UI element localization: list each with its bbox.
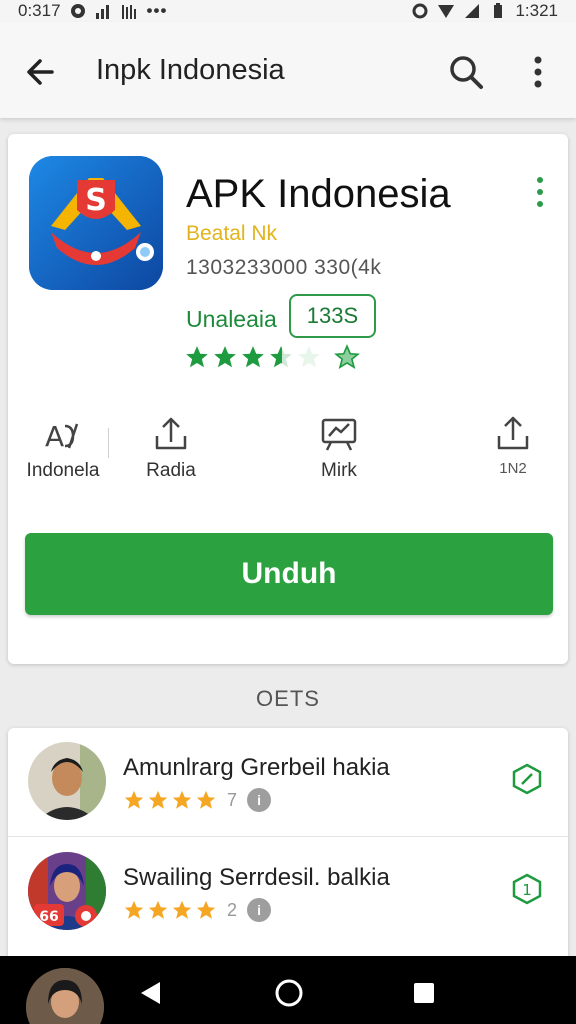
info-row: A Indonela Radia Mirk 1N2 (8, 414, 568, 494)
battery-icon (494, 3, 503, 18)
star-half-icon (270, 346, 292, 368)
back-triangle-icon[interactable] (138, 980, 164, 1006)
info-icon[interactable]: i (247, 788, 272, 812)
category-label[interactable]: Unaleaia (186, 306, 277, 333)
star-filled-icon (214, 346, 236, 368)
info-icon[interactable]: i (247, 898, 272, 922)
install-button[interactable]: Unduh (25, 533, 553, 615)
list-item[interactable]: Amunlrarg Grerbeil hakia 7 i (8, 728, 568, 838)
status-time-right: 1:321 (515, 1, 558, 20)
status-bar: 0:317 ••• 1:321 (0, 0, 576, 22)
more-vert-icon[interactable] (526, 52, 550, 92)
info-item-mirk[interactable]: Mirk (284, 414, 394, 482)
review-stars: 7 i (123, 788, 272, 812)
star-filled-icon (124, 790, 144, 809)
review-count: 2 (227, 899, 238, 920)
info-label: Indonela (26, 460, 100, 481)
star-filled-icon (172, 790, 192, 809)
developer-name[interactable]: Beatal Nk (186, 222, 277, 246)
app-logo-icon: S (29, 156, 163, 290)
review-author: Amunlrarg Grerbeil hakia (123, 754, 390, 781)
review-author: Swailing Serrdesil. balkia (123, 864, 390, 891)
overflow-dots-icon: ••• (146, 1, 168, 20)
info-label: 1N2 (499, 460, 527, 477)
cell-signal-icon (465, 4, 480, 18)
star-filled-icon (148, 790, 168, 809)
svg-text:S: S (85, 183, 107, 218)
info-label: Mirk (321, 460, 357, 481)
star-outline-icon (334, 344, 360, 370)
star-filled-icon (172, 900, 192, 919)
list-item[interactable]: 66 Swailing Serrdesil. balkia 2 i 1 (8, 838, 568, 948)
signal-icon (95, 5, 109, 19)
review-stars: 2 i (123, 898, 272, 922)
reviews-card: Amunlrarg Grerbeil hakia 7 i 66 Swailing… (8, 728, 568, 968)
translate-icon: A (45, 420, 79, 453)
divider (108, 428, 109, 458)
app-bar-title: Inpk Indonesia (96, 54, 285, 86)
download-count: 1303233000 330(4k (186, 256, 382, 279)
info-item-share[interactable]: 1N2 (458, 414, 568, 477)
arrow-left-icon[interactable] (22, 52, 62, 92)
star-filled-icon (196, 790, 216, 809)
section-title: OETS (256, 686, 320, 711)
divider (8, 836, 568, 837)
status-right: 1:321 (411, 1, 558, 21)
app-bar: Inpk Indonesia (0, 22, 576, 118)
share-icon (497, 416, 529, 450)
status-left: 0:317 ••• (18, 1, 167, 21)
svg-text:66: 66 (39, 909, 58, 925)
bars-icon (121, 5, 136, 19)
home-circle-icon[interactable] (274, 978, 304, 1008)
star-rating (184, 344, 360, 372)
star-filled-icon (242, 346, 264, 368)
search-icon[interactable] (446, 52, 486, 92)
notification-icon (70, 4, 85, 18)
star-filled-icon (124, 900, 144, 919)
sync-icon (412, 3, 428, 19)
svg-text:1: 1 (522, 881, 532, 899)
info-label: Radia (146, 460, 196, 481)
more-vert-icon[interactable] (530, 172, 550, 212)
avatar (28, 742, 106, 820)
edit-badge-icon[interactable] (510, 762, 544, 796)
svg-text:A: A (45, 420, 64, 453)
star-empty-icon (298, 346, 320, 368)
info-item-language[interactable]: A Indonela (8, 414, 118, 482)
avatar[interactable] (26, 968, 104, 1024)
rating-badge: 133S (289, 294, 376, 338)
app-name: APK Indonesia (186, 172, 451, 216)
number-badge-icon[interactable]: 1 (510, 872, 544, 906)
star-filled-icon (148, 900, 168, 919)
chart-board-icon (321, 418, 357, 451)
recent-square-icon[interactable] (412, 981, 436, 1005)
star-filled-icon (186, 346, 208, 368)
app-detail-card: S APK Indonesia Beatal Nk 1303233000 330… (8, 134, 568, 664)
upload-icon (155, 417, 187, 450)
info-item-radia[interactable]: Radia (116, 414, 226, 482)
avatar: 66 (28, 852, 106, 930)
wifi-icon (438, 5, 455, 18)
review-count: 7 (227, 789, 238, 810)
status-time-left: 0:317 (18, 1, 61, 20)
star-filled-icon (196, 900, 216, 919)
navigation-bar (0, 956, 576, 1024)
